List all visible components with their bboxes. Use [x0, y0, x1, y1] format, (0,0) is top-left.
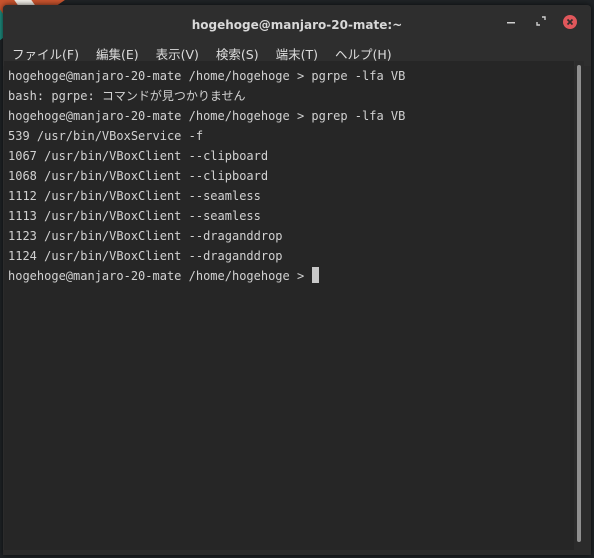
text-cursor [312, 267, 320, 283]
terminal-line: hogehoge@manjaro-20-mate /home/hogehoge … [8, 109, 406, 123]
terminal-line: 1124 /usr/bin/VBoxClient --draganddrop [8, 249, 283, 263]
terminal-line: 1067 /usr/bin/VBoxClient --clipboard [8, 149, 269, 163]
scrollbar-thumb[interactable] [577, 65, 581, 542]
terminal-line: 539 /usr/bin/VBoxService -f [8, 129, 204, 143]
terminal-line: bash: pgrpe: コマンドが見つかりません [8, 89, 246, 103]
close-icon [563, 18, 577, 32]
maximize-button[interactable] [533, 14, 549, 30]
terminal-line: 1112 /usr/bin/VBoxClient --seamless [8, 189, 261, 203]
terminal-prompt: hogehoge@manjaro-20-mate /home/hogehoge … [8, 269, 312, 283]
terminal-prompt-line[interactable]: hogehoge@manjaro-20-mate /home/hogehoge … [8, 266, 570, 286]
minimize-button[interactable] [503, 14, 519, 30]
terminal-line: 1068 /usr/bin/VBoxClient --clipboard [8, 169, 269, 183]
terminal-line: 1113 /usr/bin/VBoxClient --seamless [8, 209, 261, 223]
maximize-icon [536, 15, 546, 29]
terminal-line: 1123 /usr/bin/VBoxClient --draganddrop [8, 229, 283, 243]
window-controls [503, 14, 577, 30]
close-button[interactable] [563, 15, 577, 29]
terminal-output[interactable]: hogehoge@manjaro-20-mate /home/hogehoge … [4, 61, 574, 550]
terminal-line: hogehoge@manjaro-20-mate /home/hogehoge … [8, 69, 406, 83]
title-bar[interactable]: hogehoge@manjaro-20-mate:~ [3, 5, 591, 41]
minimize-icon [506, 16, 516, 29]
terminal-scrollbar[interactable] [575, 61, 584, 550]
